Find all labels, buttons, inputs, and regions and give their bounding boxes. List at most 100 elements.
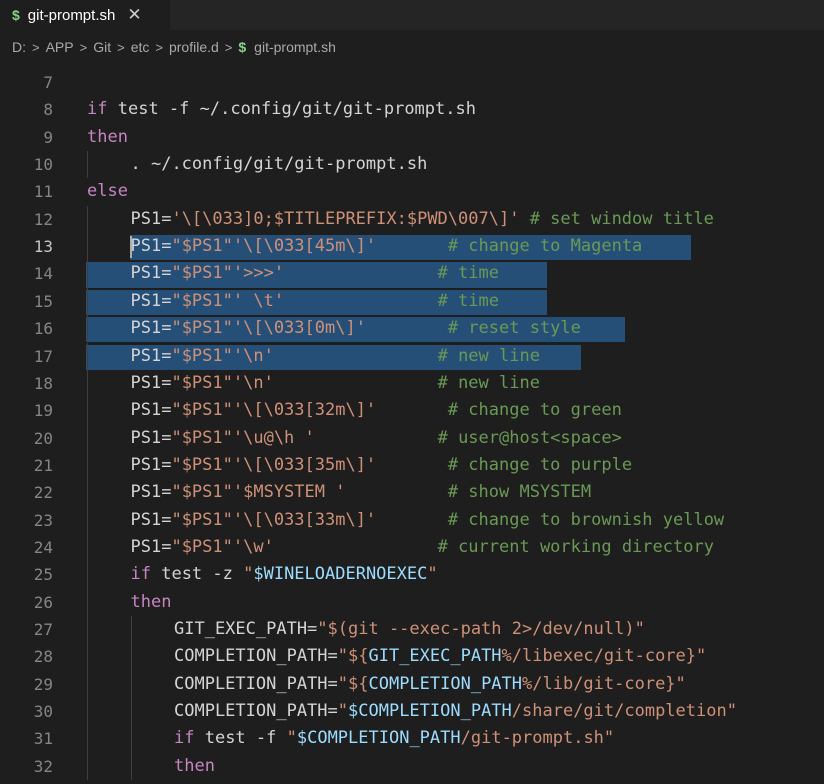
code-text: PS1="$PS1"'\[\033[45m\]' # change to Mag… (131, 233, 643, 260)
indent-guide (130, 616, 132, 644)
text-cursor (130, 236, 132, 259)
code-token: GIT_EXEC_PATH (368, 646, 502, 667)
code-line[interactable]: 26 then (0, 588, 824, 616)
code-line[interactable]: 18 PS1="$PS1"'\n' # new line (0, 369, 824, 398)
line-number: 12 (33, 209, 53, 229)
code-line[interactable]: 7 (0, 69, 824, 96)
indent-guide (87, 151, 88, 179)
code-token: " (337, 701, 349, 722)
breadcrumb-file[interactable]: git-prompt.sh (254, 39, 336, 55)
line-number: 19 (33, 401, 53, 421)
code-token: " (286, 728, 297, 749)
code-line[interactable]: 20 PS1="$PS1"'\u@\h ' # user@host<space> (0, 424, 824, 452)
code-line[interactable]: 16 PS1="$PS1"'\[\033[0m\]' # reset style (0, 315, 824, 343)
code-token: if (87, 99, 108, 120)
code-token: "$PS1" (171, 536, 233, 557)
line-number: 13 (33, 237, 53, 257)
code-line[interactable]: 15 PS1="$PS1"' \t' # time (0, 287, 824, 316)
code-text: PS1="$PS1"'$MSYSTEM ' # show MSYSTEM (131, 479, 592, 506)
code-token: if (174, 728, 195, 749)
code-token: $COMPLETION_PATH (348, 701, 512, 722)
code-token: # set window title (519, 208, 714, 229)
code-line[interactable]: 30 COMPLETION_PATH="$COMPLETION_PATH/shar… (0, 698, 824, 726)
code-text: . ~/.config/git/git-prompt.sh (131, 151, 428, 178)
tab-git-prompt[interactable]: $ git-prompt.sh ✕ (0, 0, 170, 30)
code-line[interactable]: 24 PS1="$PS1"'\w' # current working direc… (0, 533, 824, 562)
indent-guide (130, 698, 132, 726)
indent-guide (87, 233, 88, 261)
line-number: 25 (33, 565, 53, 585)
breadcrumb-git[interactable]: Git (93, 39, 111, 55)
breadcrumb-drive[interactable]: D: (12, 39, 26, 55)
code-token: PS1= (130, 345, 172, 366)
code-token: # time (437, 263, 500, 284)
code-line[interactable]: 28 COMPLETION_PATH="${GIT_EXEC_PATH%/libe… (0, 643, 824, 671)
code-line[interactable]: 31 if test -f "$COMPLETION_PATH/git-promp… (0, 725, 824, 753)
chevron-right-icon: > (224, 39, 233, 55)
line-number: 28 (33, 647, 53, 667)
code-line[interactable]: 12 PS1='\[\033]0;$TITLEPREFIX:$PWD\007\]'… (0, 205, 824, 234)
code-token: # current working directory (437, 536, 714, 557)
code-token: /git-prompt.sh" (460, 728, 615, 749)
line-number: 17 (33, 346, 53, 366)
line-number: 16 (33, 319, 53, 339)
indent-guide (87, 479, 88, 507)
code-line[interactable]: 29 COMPLETION_PATH="${COMPLETION_PATH%/li… (0, 670, 824, 699)
code-text: PS1="$PS1"'>>>' # time (131, 260, 500, 287)
code-line[interactable]: 9 then (0, 124, 824, 151)
code-token: then (87, 126, 128, 147)
code-line[interactable]: 21 PS1="$PS1"'\[\033[35m\]' # change to p… (0, 451, 824, 480)
code-token: if (130, 564, 151, 585)
code-line[interactable]: 25 if test -z "$WINELOADERNOEXEC" (0, 561, 824, 589)
code-line[interactable]: 27 GIT_EXEC_PATH="$(git --exec-path 2>/de… (0, 616, 824, 644)
code-line[interactable]: 10 . ~/.config/git/git-prompt.sh (0, 151, 824, 179)
indent-guide (87, 260, 88, 288)
code-text: PS1='\[\033]0;$TITLEPREFIX:$PWD\007\]' #… (131, 206, 714, 233)
code-token: PS1= (130, 400, 172, 421)
code-token: %/libexec/git-core}" (501, 646, 707, 667)
code-token: "$PS1" (171, 454, 233, 475)
code-line[interactable]: 32 then (0, 752, 824, 781)
breadcrumb-etc[interactable]: etc (131, 39, 150, 55)
code-token: . ~/.config/git/git-prompt.sh (130, 154, 428, 175)
code-token: COMPLETION_PATH= (174, 701, 338, 722)
code-text: COMPLETION_PATH="${GIT_EXEC_PATH%/libexe… (174, 643, 706, 670)
close-icon[interactable]: ✕ (127, 5, 141, 25)
indent-guide (87, 670, 88, 699)
code-text: COMPLETION_PATH="${COMPLETION_PATH%/lib/… (174, 671, 686, 698)
code-text: then (174, 753, 215, 780)
code-line[interactable]: 22 PS1="$PS1"'$MSYSTEM ' # show MSYSTEM (0, 479, 824, 507)
shell-file-icon: $ (238, 39, 247, 55)
line-number: 15 (33, 291, 53, 311)
code-line[interactable]: 13 PS1="$PS1"'\[\033[45m\]' # change to M… (0, 233, 824, 261)
indent-guide (87, 725, 88, 753)
shell-file-icon: $ (12, 7, 20, 23)
indent-guide (130, 752, 132, 781)
indent-guide (87, 616, 88, 644)
code-line[interactable]: 23 PS1="$PS1"'\[\033[33m\]' # change to b… (0, 506, 824, 534)
code-line[interactable]: 8 if test -f ~/.config/git/git-prompt.sh (0, 96, 824, 123)
code-line[interactable]: 17 PS1="$PS1"'\n' # new line (0, 342, 824, 370)
code-token: '\[\033[0m\]' (232, 318, 366, 339)
code-token: test -z (150, 564, 244, 585)
code-text: then (87, 124, 128, 151)
indent-guide (87, 342, 88, 370)
line-number: 27 (33, 620, 53, 639)
code-token: "$PS1" (171, 263, 233, 284)
code-editor[interactable]: 7 8 if test -f ~/.config/git/git-prompt.sh… (0, 66, 824, 784)
code-token: -f ~/.config/git/git-prompt.sh (158, 99, 476, 120)
code-line[interactable]: 11 else (0, 178, 824, 205)
code-line[interactable]: 19 PS1="$PS1"'\[\033[32m\]' # change to g… (0, 397, 824, 425)
breadcrumb-app[interactable]: APP (46, 39, 74, 55)
chevron-right-icon: > (32, 39, 40, 55)
code-text: COMPLETION_PATH="$COMPLETION_PATH/share/… (174, 698, 737, 725)
code-token: # new line (437, 372, 540, 393)
breadcrumb-profile-d[interactable]: profile.d (169, 39, 219, 55)
indent-guide (87, 287, 88, 316)
code-token: "${ (337, 673, 369, 694)
code-token: "$PS1" (171, 236, 233, 257)
code-line[interactable]: 14 PS1="$PS1"'>>>' # time (0, 260, 824, 288)
